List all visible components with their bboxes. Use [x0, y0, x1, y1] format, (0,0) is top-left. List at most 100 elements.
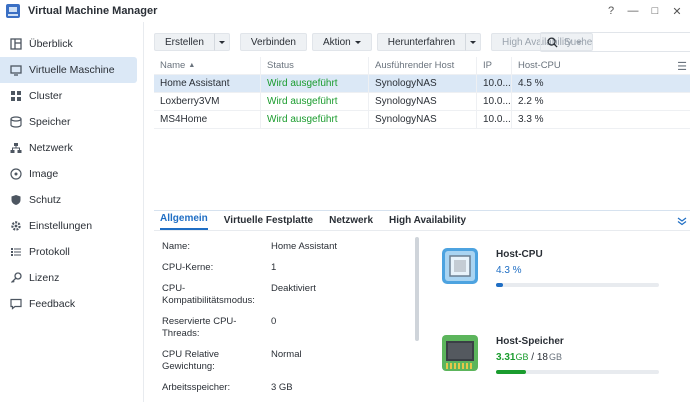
- shutdown-button-label: Herunterfahren: [387, 36, 456, 48]
- host-memory-used-unit: GB: [515, 352, 529, 362]
- host-cpu-number: 4.3: [496, 265, 510, 276]
- cluster-icon: [10, 90, 22, 102]
- column-header-label: Host-CPU: [518, 60, 561, 71]
- action-button[interactable]: Aktion: [311, 33, 372, 51]
- column-header-name[interactable]: Name ▲: [154, 57, 261, 74]
- shutdown-button[interactable]: Herunterfahren: [376, 33, 466, 51]
- action-button-label: Aktion: [322, 36, 351, 48]
- create-dropdown-button[interactable]: [213, 33, 230, 51]
- prop-label-line: CPU Relative: [162, 349, 220, 360]
- cell-status: Wird ausgeführt: [261, 75, 369, 92]
- collapse-icon[interactable]: [677, 216, 687, 226]
- sidebar-item-protection[interactable]: Schutz: [0, 187, 137, 213]
- sidebar-item-label: Lizenz: [29, 272, 60, 284]
- sidebar-item-overview[interactable]: Überblick: [0, 31, 137, 57]
- detail-tabs: Allgemein Virtuelle Festplatte Netzwerk …: [154, 211, 690, 231]
- table-header: Name ▲ Status Ausführender Host IP Host-C…: [154, 57, 690, 75]
- sidebar-item-cluster[interactable]: Cluster: [0, 83, 137, 109]
- host-cpu-bar: [496, 283, 659, 287]
- host-memory-value: 3.31GB / 18GB: [496, 352, 562, 363]
- feedback-icon: [10, 298, 22, 310]
- sidebar-item-feedback[interactable]: Feedback: [0, 291, 137, 317]
- prop-value: Home Assistant: [271, 241, 337, 252]
- sidebar-item-network[interactable]: Netzwerk: [0, 135, 137, 161]
- cell-name: Home Assistant: [154, 75, 261, 92]
- cell-ip: 10.0...: [477, 111, 512, 128]
- tab-general[interactable]: Allgemein: [160, 213, 208, 230]
- prop-label-line: Kompatibilitätsmodus:: [162, 295, 255, 306]
- column-header-host[interactable]: Ausführender Host: [369, 57, 477, 74]
- prop-memory: Arbeitsspeicher: 3 GB: [162, 382, 407, 394]
- host-memory-metric: Host-Speicher 3.31GB / 18GB: [441, 324, 690, 384]
- tab-virtual-disk[interactable]: Virtuelle Festplatte: [224, 215, 313, 230]
- prop-value: 3 GB: [271, 382, 293, 393]
- help-icon[interactable]: ?: [602, 5, 620, 17]
- image-icon: [10, 168, 22, 180]
- prop-label: CPU- Kompatibilitätsmodus:: [162, 283, 271, 307]
- chevron-down-icon: [218, 40, 225, 44]
- shield-icon: [10, 194, 22, 206]
- prop-label: Reservierte CPU- Threads:: [162, 316, 271, 340]
- host-memory-total-unit: GB: [548, 352, 562, 362]
- sidebar-item-log[interactable]: Protokoll: [0, 239, 137, 265]
- column-header-status[interactable]: Status: [261, 57, 369, 74]
- sidebar-item-label: Schutz: [29, 194, 62, 206]
- window-controls: ? — □ ✕: [598, 0, 686, 22]
- sidebar-item-label: Virtuelle Maschine: [29, 64, 115, 76]
- cell-name: Loxberry3VM: [154, 93, 261, 110]
- close-icon[interactable]: ✕: [668, 5, 686, 18]
- sidebar-item-label: Speicher: [29, 116, 71, 128]
- sidebar-item-label: Überblick: [29, 38, 73, 50]
- table-row[interactable]: Loxberry3VM Wird ausgeführt SynologyNAS …: [154, 93, 690, 111]
- sidebar: Überblick Virtuelle Maschine Cluster Spe…: [0, 22, 143, 402]
- vm-icon: [10, 64, 22, 76]
- column-header-cpu[interactable]: Host-CPU ☰: [512, 57, 690, 74]
- create-button-label: Erstellen: [165, 36, 204, 48]
- shutdown-dropdown-button[interactable]: [465, 33, 482, 51]
- create-button[interactable]: Erstellen: [154, 33, 214, 51]
- tab-network[interactable]: Netzwerk: [329, 215, 373, 230]
- gear-icon: [10, 220, 22, 232]
- prop-label-line: Gewichtung:: [162, 361, 215, 372]
- cell-host: SynologyNAS: [369, 93, 477, 110]
- connect-button[interactable]: Verbinden: [239, 33, 307, 51]
- column-menu-icon[interactable]: ☰: [677, 60, 687, 73]
- sort-ascending-icon: ▲: [188, 62, 196, 69]
- memory-icon: [442, 335, 478, 371]
- tab-high-availability[interactable]: High Availability: [389, 215, 466, 230]
- cell-cpu: 2.2 %: [518, 96, 544, 107]
- sidebar-item-storage[interactable]: Speicher: [0, 109, 137, 135]
- cell-status: Wird ausgeführt: [261, 93, 369, 110]
- sidebar-item-settings[interactable]: Einstellungen: [0, 213, 137, 239]
- column-header-label: Ausführender Host: [375, 60, 455, 71]
- maximize-icon[interactable]: □: [646, 5, 664, 17]
- sidebar-item-license[interactable]: Lizenz: [0, 265, 137, 291]
- prop-value: 0: [271, 316, 277, 327]
- minimize-icon[interactable]: —: [624, 5, 642, 17]
- prop-label-line: Threads:: [162, 328, 200, 339]
- connect-button-label: Verbinden: [250, 36, 296, 48]
- host-cpu-bar-fill: [496, 283, 503, 287]
- table-row[interactable]: Home Assistant Wird ausgeführt SynologyN…: [154, 75, 690, 93]
- general-properties: Name: Home Assistant CPU-Kerne: 1 CPU- Ko…: [162, 241, 407, 394]
- host-memory-title: Host-Speicher: [496, 336, 564, 347]
- sidebar-item-label: Image: [29, 168, 59, 180]
- table-row[interactable]: MS4Home Wird ausgeführt SynologyNAS 10.0…: [154, 111, 690, 129]
- log-icon: [10, 246, 22, 258]
- sidebar-item-image[interactable]: Image: [0, 161, 137, 187]
- sidebar-item-virtual-machine[interactable]: Virtuelle Maschine: [0, 57, 137, 83]
- cell-name: MS4Home: [154, 111, 261, 128]
- chevron-down-icon: [354, 40, 361, 44]
- prop-value: 1: [271, 262, 277, 273]
- detail-panel: Allgemein Virtuelle Festplatte Netzwerk …: [154, 210, 690, 402]
- prop-cpu-compat: CPU- Kompatibilitätsmodus: Deaktiviert: [162, 283, 407, 307]
- prop-reserved-threads: Reservierte CPU- Threads: 0: [162, 316, 407, 340]
- column-header-label: Status: [267, 60, 294, 71]
- cell-cpu: 4.5 %: [518, 78, 544, 89]
- scrollbar[interactable]: [415, 237, 419, 341]
- network-icon: [10, 142, 22, 154]
- column-header-ip[interactable]: IP: [477, 57, 512, 74]
- search-input[interactable]: [564, 36, 684, 48]
- host-memory-bar: [496, 370, 659, 374]
- prop-label: Arbeitsspeicher:: [162, 382, 231, 393]
